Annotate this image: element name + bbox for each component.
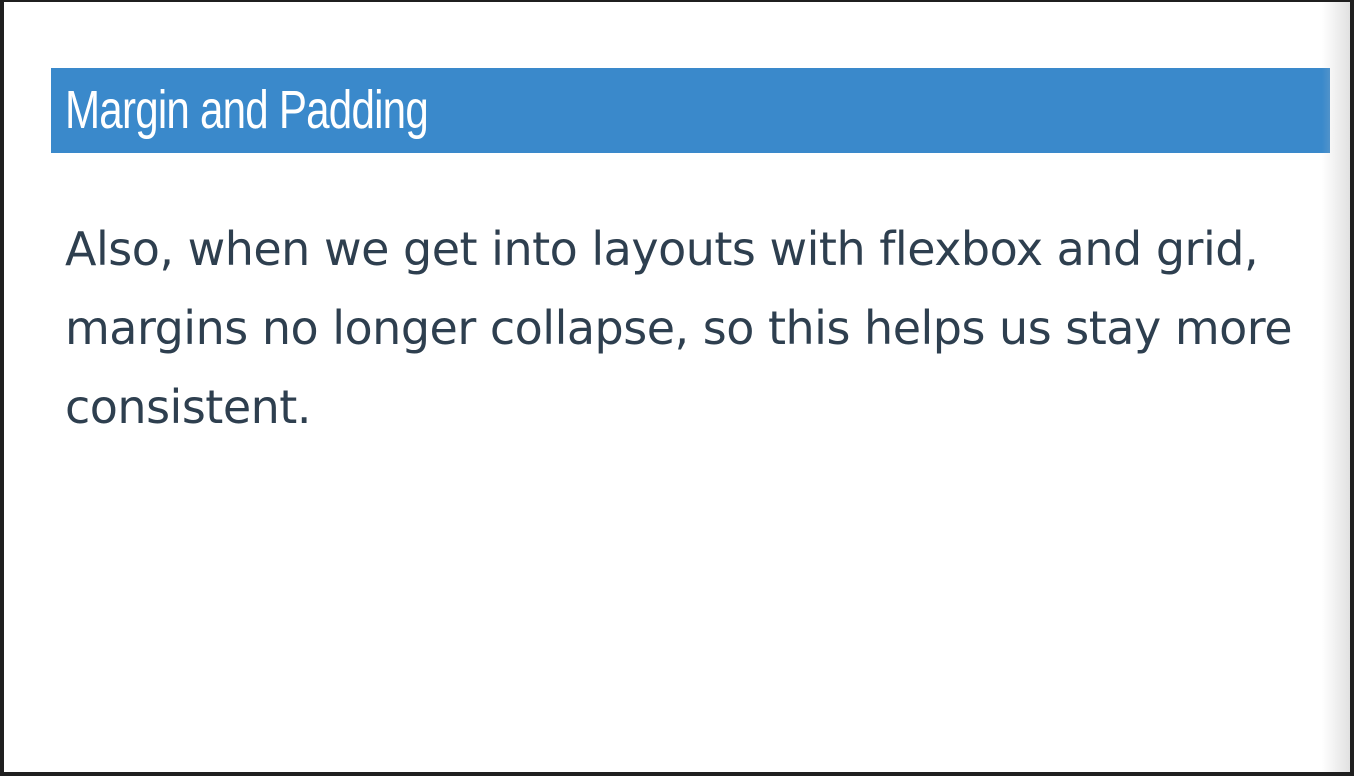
slide-title: Margin and Padding	[65, 80, 429, 140]
slide-edge-shadow	[1322, 2, 1350, 772]
title-bar: Margin and Padding	[51, 68, 1330, 153]
presentation-frame: Margin and Padding Also, when we get int…	[0, 0, 1354, 776]
slide-body-text: Also, when we get into layouts with flex…	[65, 222, 1293, 434]
slide: Margin and Padding Also, when we get int…	[4, 2, 1350, 772]
